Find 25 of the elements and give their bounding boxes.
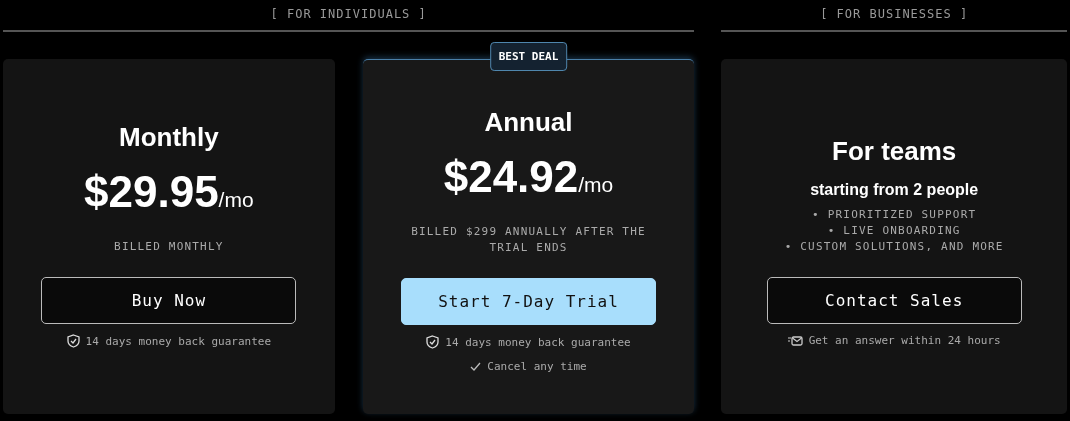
note-text: 14 days money back guarantee: [85, 334, 272, 348]
plan-subtitle: starting from 2 people: [810, 181, 979, 199]
shield-check-icon: [66, 334, 80, 348]
billing-note: BILLED MONTHLY: [114, 239, 224, 255]
billing-note: BILLED $299 ANNUALLY AFTER THE TRIAL ENDS: [410, 224, 647, 256]
section-heading: [ FOR INDIVIDUALS ]: [270, 7, 427, 21]
feature-item: • PRIORITIZED SUPPORT: [812, 207, 977, 223]
plan-title: Annual: [484, 107, 573, 138]
feature-item: • CUSTOM SOLUTIONS, AND MORE: [784, 239, 1004, 255]
plan-price: $24.92/mo: [443, 152, 614, 202]
check-icon: [470, 362, 482, 371]
note-text: Cancel any time: [487, 360, 587, 373]
section-heading: [ FOR BUSINESSES ]: [820, 7, 969, 21]
cta-button[interactable]: Start 7-Day Trial: [401, 278, 656, 325]
mail-icon: [787, 335, 803, 346]
feature-item: • LIVE ONBOARDING: [827, 223, 961, 239]
best-deal-badge: BEST DEAL: [489, 42, 568, 71]
plan-title: Monthly: [119, 122, 219, 153]
note-text: Get an answer within 24 hours: [808, 334, 1001, 347]
cta-button[interactable]: Buy Now: [41, 277, 297, 324]
note-text: 14 days money back guarantee: [445, 335, 631, 349]
cta-button[interactable]: Contact Sales: [766, 277, 1022, 324]
shield-check-icon: [426, 335, 440, 349]
plan-title: For teams: [832, 136, 957, 167]
plan-price: $29.95/mo: [84, 167, 254, 217]
